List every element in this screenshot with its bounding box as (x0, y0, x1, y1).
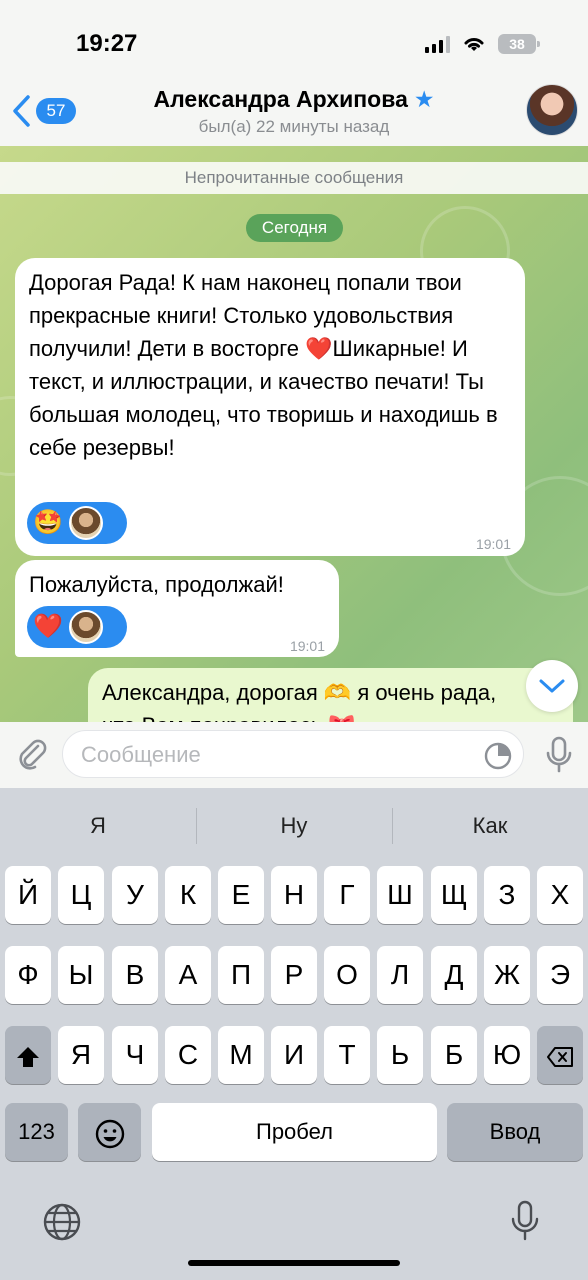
key[interactable]: Щ (431, 866, 477, 924)
key[interactable]: Ю (484, 1026, 530, 1084)
premium-star-icon: ★ (413, 86, 435, 112)
key[interactable]: Т (324, 1026, 370, 1084)
message-reactions[interactable]: ❤️ (27, 606, 127, 648)
message-text: Дорогая Рада! К нам наконец попали твои … (29, 270, 498, 460)
chat-title[interactable]: Александра Архипова ★ (0, 86, 588, 113)
emoji-key[interactable] (78, 1103, 141, 1161)
key[interactable]: Е (218, 866, 264, 924)
message-text: Александра, дорогая 🫶 я очень рада, что … (102, 680, 497, 722)
dictation-icon[interactable] (510, 1200, 540, 1242)
emoji-icon (95, 1119, 124, 1148)
key[interactable]: Н (271, 866, 317, 924)
shift-key[interactable] (5, 1026, 51, 1084)
key[interactable]: С (165, 1026, 211, 1084)
keyboard: Я Ну Как Й Ц У К Е Н Г Ш Щ З Х Ф Ы В А П… (0, 788, 588, 1280)
key[interactable]: Х (537, 866, 583, 924)
key[interactable]: П (218, 946, 264, 1004)
key[interactable]: Я (58, 1026, 104, 1084)
suggestion-item[interactable]: Как (392, 788, 588, 864)
chat-header: 19:27 38 57 Александра Архипова ★ был(а) … (0, 0, 588, 146)
signal-icon (425, 35, 450, 53)
key[interactable]: З (484, 866, 530, 924)
reaction-avatar (68, 610, 103, 644)
status-time: 19:27 (76, 30, 138, 57)
reaction-avatar (68, 506, 103, 540)
shift-icon (17, 1046, 39, 1067)
space-key[interactable]: Пробел (152, 1103, 437, 1161)
message-time: 19:01 (475, 536, 511, 552)
scroll-down-button[interactable] (526, 660, 578, 712)
key[interactable]: Ц (58, 866, 104, 924)
home-indicator[interactable] (188, 1260, 400, 1266)
backspace-key[interactable] (537, 1026, 583, 1084)
key[interactable]: В (112, 946, 158, 1004)
status-icons: 38 (425, 34, 540, 54)
key[interactable]: Ь (377, 1026, 423, 1084)
message-input-bar (0, 722, 588, 788)
message-field[interactable] (62, 730, 524, 778)
message-time: 19:01 (289, 638, 325, 654)
globe-icon[interactable] (42, 1202, 82, 1242)
incoming-message[interactable]: Пожалуйста, продолжай! ❤️ 19:01 (15, 560, 339, 657)
key[interactable]: У (112, 866, 158, 924)
key[interactable]: Ф (5, 946, 51, 1004)
backspace-icon (547, 1046, 573, 1067)
contact-name: Александра Архипова (153, 86, 408, 112)
contact-avatar[interactable] (526, 84, 578, 136)
incoming-message[interactable]: Дорогая Рада! К нам наконец попали твои … (15, 258, 525, 556)
reaction-emoji: ❤️ (33, 613, 63, 640)
chat-messages[interactable]: Непрочитанные сообщения Сегодня Дорогая … (0, 146, 588, 722)
key[interactable]: А (165, 946, 211, 1004)
key[interactable]: Б (431, 1026, 477, 1084)
reaction-emoji: 🤩 (33, 509, 63, 536)
numbers-key[interactable]: 123 (5, 1103, 68, 1161)
unread-messages-divider: Непрочитанные сообщения (0, 162, 588, 194)
key[interactable]: Л (377, 946, 423, 1004)
battery-indicator: 38 (498, 34, 540, 54)
attach-icon[interactable] (14, 736, 50, 772)
suggestion-item[interactable]: Я (0, 788, 196, 864)
sticker-icon[interactable] (483, 741, 513, 771)
suggestion-item[interactable]: Ну (196, 788, 392, 864)
key[interactable]: Э (537, 946, 583, 1004)
key[interactable]: Р (271, 946, 317, 1004)
microphone-icon[interactable] (544, 736, 574, 774)
key[interactable]: М (218, 1026, 264, 1084)
key[interactable]: Д (431, 946, 477, 1004)
message-input[interactable] (81, 739, 461, 771)
key[interactable]: И (271, 1026, 317, 1084)
key[interactable]: Ж (484, 946, 530, 1004)
message-text: Пожалуйста, продолжай! (29, 572, 284, 597)
message-reactions[interactable]: 🤩 (27, 502, 127, 544)
key[interactable]: Г (324, 866, 370, 924)
suggestion-bar: Я Ну Как (0, 788, 588, 864)
key[interactable]: Ч (112, 1026, 158, 1084)
outgoing-message[interactable]: Александра, дорогая 🫶 я очень рада, что … (88, 668, 573, 722)
chevron-down-icon (539, 679, 565, 693)
last-seen-status: был(а) 22 минуты назад (198, 117, 390, 136)
enter-key[interactable]: Ввод (447, 1103, 583, 1161)
date-chip: Сегодня (246, 214, 343, 242)
key[interactable]: К (165, 866, 211, 924)
wifi-icon (464, 38, 484, 51)
key[interactable]: Й (5, 866, 51, 924)
key[interactable]: О (324, 946, 370, 1004)
key[interactable]: Ы (58, 946, 104, 1004)
key[interactable]: Ш (377, 866, 423, 924)
